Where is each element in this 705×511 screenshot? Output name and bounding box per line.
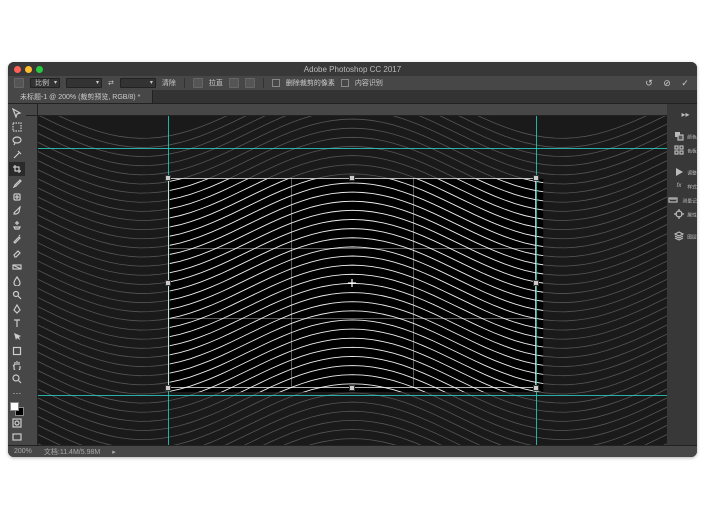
- crop-handle-tl[interactable]: [165, 175, 171, 181]
- canvas-area: [26, 104, 667, 445]
- type-tool[interactable]: [9, 316, 25, 330]
- layers-icon: [673, 230, 685, 242]
- guide-horizontal[interactable]: [38, 395, 667, 396]
- foreground-color-swatch[interactable]: [10, 402, 19, 411]
- pen-tool[interactable]: [9, 302, 25, 316]
- document-tab[interactable]: 未标题-1 @ 200% (裁剪预览, RGB/8) *: [8, 90, 153, 103]
- crop-handle-b[interactable]: [349, 385, 355, 391]
- lasso-tool[interactable]: [9, 134, 25, 148]
- brush-tool[interactable]: [9, 204, 25, 218]
- app-window: Adobe Photoshop CC 2017 比例 ⇄ 清除 拉直 删除裁剪的…: [8, 62, 697, 457]
- document-tabs: 未标题-1 @ 200% (裁剪预览, RGB/8) *: [8, 90, 697, 104]
- expand-dock-icon[interactable]: ▸▸: [680, 108, 692, 120]
- app-title: Adobe Photoshop CC 2017: [8, 65, 697, 74]
- clear-button[interactable]: 清除: [162, 78, 176, 88]
- status-bar: 200% 文档:11.4M/5.98M ▸: [8, 445, 697, 457]
- panel-properties[interactable]: 属性: [673, 208, 697, 220]
- color-swatch[interactable]: [10, 402, 24, 416]
- marquee-tool[interactable]: [9, 120, 25, 134]
- crop-tool[interactable]: [9, 162, 25, 176]
- eyedropper-tool[interactable]: [9, 176, 25, 190]
- crop-options-icon[interactable]: [245, 78, 255, 88]
- crop-height-input[interactable]: [120, 78, 156, 88]
- reset-crop-button[interactable]: ↺: [643, 78, 655, 88]
- target-icon: [673, 208, 685, 220]
- gradient-tool[interactable]: [9, 260, 25, 274]
- canvas[interactable]: [38, 116, 667, 445]
- panel-color[interactable]: 颜色: [673, 130, 697, 142]
- cancel-crop-button[interactable]: ⊘: [661, 78, 673, 88]
- crop-grid-line: [168, 248, 536, 249]
- crop-handle-bl[interactable]: [165, 385, 171, 391]
- shape-tool[interactable]: [9, 344, 25, 358]
- play-icon: [673, 166, 685, 178]
- options-bar: 比例 ⇄ 清除 拉直 删除裁剪的像素 内容识别 ↺ ⊘ ✓: [8, 76, 697, 90]
- crop-ratio-select[interactable]: 比例: [30, 78, 60, 88]
- healing-brush-tool[interactable]: [9, 190, 25, 204]
- crop-grid-line: [413, 178, 414, 388]
- ruler-icon: [667, 194, 679, 206]
- eraser-tool[interactable]: [9, 246, 25, 260]
- zoom-level[interactable]: 200%: [14, 448, 32, 455]
- ruler-corner: [26, 104, 38, 116]
- crop-tool-preset-icon[interactable]: [14, 78, 24, 88]
- hand-tool[interactable]: [9, 358, 25, 372]
- delete-cropped-label: 删除裁剪的像素: [286, 78, 335, 88]
- content-aware-checkbox[interactable]: [341, 79, 349, 87]
- crop-grid-line: [291, 178, 292, 388]
- clone-stamp-tool[interactable]: [9, 218, 25, 232]
- crop-region[interactable]: [168, 178, 536, 388]
- zoom-tool[interactable]: [9, 372, 25, 386]
- straighten-icon[interactable]: [193, 78, 203, 88]
- fx-icon: fx: [673, 180, 685, 192]
- magic-wand-tool[interactable]: [9, 148, 25, 162]
- quick-mask-toggle[interactable]: [9, 416, 25, 430]
- crop-handle-br[interactable]: [533, 385, 539, 391]
- move-tool[interactable]: [9, 106, 25, 120]
- guide-horizontal[interactable]: [38, 148, 667, 149]
- crop-handle-t[interactable]: [349, 175, 355, 181]
- tools-panel: ⋯: [8, 104, 26, 445]
- crop-center-icon: [348, 279, 356, 287]
- overlay-options-icon[interactable]: [229, 78, 239, 88]
- crop-width-input[interactable]: [66, 78, 102, 88]
- panel-adjustments[interactable]: 调整: [673, 166, 697, 178]
- swap-dimensions-button[interactable]: ⇄: [108, 79, 114, 87]
- panel-layers[interactable]: 图层: [673, 230, 697, 242]
- commit-crop-button[interactable]: ✓: [679, 78, 691, 88]
- delete-cropped-checkbox[interactable]: [272, 79, 280, 87]
- straighten-label: 拉直: [209, 78, 223, 88]
- panel-swatches[interactable]: 色板: [673, 144, 697, 156]
- crop-handle-tr[interactable]: [533, 175, 539, 181]
- crop-handle-r[interactable]: [533, 280, 539, 286]
- blur-tool[interactable]: [9, 274, 25, 288]
- history-brush-tool[interactable]: [9, 232, 25, 246]
- edit-toolbar-button[interactable]: ⋯: [9, 386, 25, 400]
- panel-measure[interactable]: 测量记录: [667, 194, 697, 206]
- doc-info-flyout-icon[interactable]: ▸: [112, 448, 116, 456]
- crop-grid-line: [168, 318, 536, 319]
- swatch-icon: [673, 130, 685, 142]
- doc-info[interactable]: 文档:11.4M/5.98M: [44, 447, 100, 457]
- content-aware-label: 内容识别: [355, 78, 383, 88]
- ruler-vertical[interactable]: [26, 116, 38, 445]
- screen-mode-toggle[interactable]: [9, 430, 25, 444]
- path-selection-tool[interactable]: [9, 330, 25, 344]
- panel-styles[interactable]: fx 样式: [673, 180, 697, 192]
- dodge-tool[interactable]: [9, 288, 25, 302]
- ruler-horizontal[interactable]: [38, 104, 667, 116]
- titlebar: Adobe Photoshop CC 2017: [8, 62, 697, 76]
- grid-icon: [673, 144, 685, 156]
- crop-handle-l[interactable]: [165, 280, 171, 286]
- right-dock: ▸▸ 颜色 色板 调整 f: [667, 104, 697, 445]
